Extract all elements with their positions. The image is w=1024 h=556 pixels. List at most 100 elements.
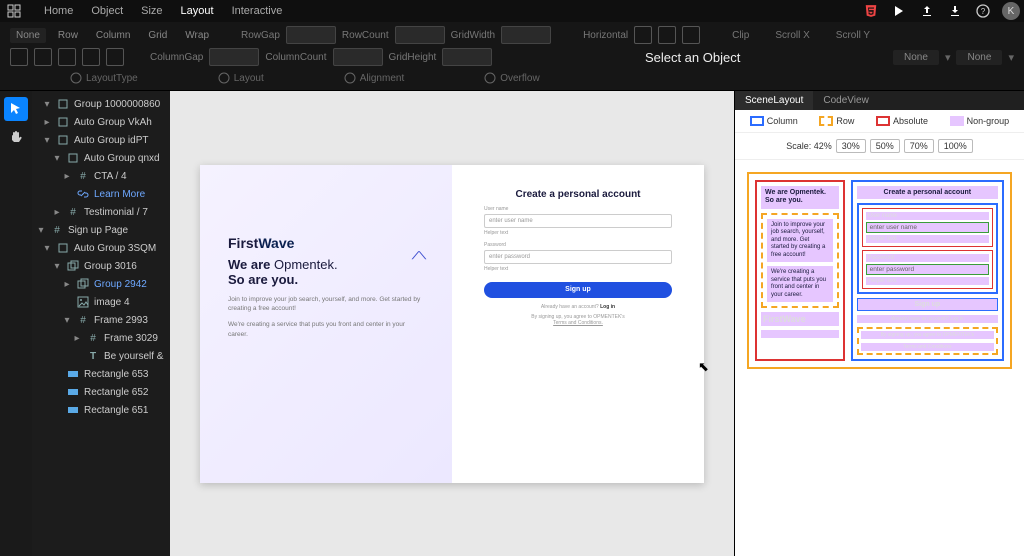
type-col-icon[interactable] — [58, 48, 76, 66]
type-row-icon[interactable] — [34, 48, 52, 66]
chevron-icon[interactable]: ▾ — [62, 315, 72, 326]
upload-icon[interactable] — [918, 2, 936, 20]
layer-type-icon — [76, 187, 90, 201]
layer-type-icon — [56, 97, 70, 111]
layout-grid[interactable]: Grid — [142, 28, 173, 43]
layout-ribbon: None Row Column Grid Wrap RowGap RowCoun… — [0, 22, 1024, 91]
pv-user-field: User name enter user name Helper text — [862, 208, 993, 247]
layer-row[interactable]: ▾Auto Group qnxd — [34, 149, 168, 167]
left-toolbar — [0, 91, 32, 556]
layer-row[interactable]: ▸#CTA / 4 — [34, 167, 168, 185]
layout-none[interactable]: None — [10, 28, 46, 43]
app-logo-icon[interactable] — [4, 1, 24, 21]
rowgap-input[interactable] — [286, 26, 336, 44]
login-link[interactable]: Log in — [600, 304, 615, 310]
layer-row[interactable]: ▾Group 3016 — [34, 257, 168, 275]
menu-home[interactable]: Home — [44, 5, 73, 17]
chevron-icon[interactable]: ▾ — [36, 225, 46, 236]
chevron-icon[interactable]: ▸ — [42, 117, 52, 128]
pv-terms1: By signing up, you agree to OPMENTEK's — [861, 331, 994, 339]
columngap-label: ColumnGap — [150, 52, 203, 63]
user-avatar[interactable]: K — [1002, 2, 1020, 20]
menu-object[interactable]: Object — [91, 5, 123, 17]
align-center-icon[interactable] — [658, 26, 676, 44]
layer-row[interactable]: ▾#Frame 2993 — [34, 311, 168, 329]
type-grid-icon[interactable] — [82, 48, 100, 66]
hand-tool[interactable] — [4, 125, 28, 149]
columncount-input[interactable] — [333, 48, 383, 66]
chevron-icon[interactable]: ▸ — [52, 207, 62, 218]
scale-70[interactable]: 70% — [904, 139, 934, 153]
scrollx-select[interactable]: None — [893, 50, 939, 65]
tab-scenelayout[interactable]: SceneLayout — [735, 91, 813, 110]
chevron-icon[interactable]: ▾ — [52, 153, 62, 164]
layer-row[interactable]: Rectangle 652 — [34, 383, 168, 401]
canvas-area[interactable]: FirstWave We are Opmentek.⟋⟍ So are you.… — [170, 91, 734, 556]
layer-label: Frame 3029 — [104, 333, 158, 344]
layer-label: Auto Group idPT — [74, 135, 148, 146]
gridheight-input[interactable] — [442, 48, 492, 66]
layer-type-icon — [66, 259, 80, 273]
select-tool[interactable] — [4, 97, 28, 121]
layer-label: Auto Group 3SQM — [74, 243, 156, 254]
menu-size[interactable]: Size — [141, 5, 162, 17]
layer-row[interactable]: ▾Group 1000000860 — [34, 95, 168, 113]
layer-row[interactable]: ▾ Auto Group 3SQM — [34, 239, 168, 257]
layer-row[interactable]: ▸Group 2942 — [34, 275, 168, 293]
download-icon[interactable] — [946, 2, 964, 20]
clip-label: Clip — [732, 30, 749, 41]
chevron-icon[interactable]: ▸ — [62, 279, 72, 290]
password-helper: Helper text — [484, 266, 508, 272]
scale-label: Scale: 42% — [786, 141, 832, 151]
scale-30[interactable]: 30% — [836, 139, 866, 153]
password-input[interactable]: enter password — [484, 250, 672, 264]
align-left-icon[interactable] — [634, 26, 652, 44]
already-text: Already have an account? Log in — [541, 304, 615, 310]
chevron-icon[interactable]: ▾ — [42, 243, 52, 254]
tab-codeview[interactable]: CodeView — [813, 91, 878, 110]
layer-label: Frame 2993 — [94, 315, 148, 326]
artboard-signup[interactable]: FirstWave We are Opmentek.⟋⟍ So are you.… — [200, 165, 704, 483]
layout-row[interactable]: Row — [52, 28, 84, 43]
gridwidth-input[interactable] — [501, 26, 551, 44]
layout-wrap[interactable]: Wrap — [179, 28, 215, 43]
layer-label: Testimonial / 7 — [84, 207, 148, 218]
layer-row[interactable]: ▾#Sign up Page — [34, 221, 168, 239]
type-card-icon[interactable] — [10, 48, 28, 66]
layer-row[interactable]: ▸Auto Group VkAh — [34, 113, 168, 131]
chevron-icon[interactable]: ▾ — [52, 261, 62, 272]
pv-terms-group: By signing up, you agree to OPMENTEK's T… — [857, 327, 998, 355]
chevron-icon[interactable]: ▸ — [72, 333, 82, 344]
layer-row[interactable]: TBe yourself & — [34, 347, 168, 365]
layout-column[interactable]: Column — [90, 28, 136, 43]
layer-type-icon: # — [50, 223, 64, 237]
cursor-icon: ⬉ — [698, 359, 709, 375]
columngap-input[interactable] — [209, 48, 259, 66]
scale-100[interactable]: 100% — [938, 139, 973, 153]
help-icon[interactable]: ? — [974, 2, 992, 20]
chevron-icon[interactable]: ▾ — [42, 99, 52, 110]
form-title: Create a personal account — [515, 189, 640, 200]
section-alignment: Alignment — [344, 72, 404, 84]
layer-row[interactable]: ▸#Frame 3029 — [34, 329, 168, 347]
menu-interactive[interactable]: Interactive — [232, 5, 283, 17]
play-icon[interactable] — [890, 2, 908, 20]
scale-50[interactable]: 50% — [870, 139, 900, 153]
layer-row[interactable]: ▾ Auto Group idPT — [34, 131, 168, 149]
signup-button[interactable]: Sign up — [484, 282, 672, 298]
layer-row[interactable]: ▸#Testimonial / 7 — [34, 203, 168, 221]
menu-layout[interactable]: Layout — [181, 5, 214, 17]
scrolly-select[interactable]: None — [956, 50, 1002, 65]
layer-row[interactable]: Learn More — [34, 185, 168, 203]
layer-row[interactable]: image 4 — [34, 293, 168, 311]
username-input[interactable]: enter user name — [484, 214, 672, 228]
chevron-icon[interactable]: ▾ — [42, 135, 52, 146]
chevron-icon[interactable]: ▸ — [62, 171, 72, 182]
align-right-icon[interactable] — [682, 26, 700, 44]
rowcount-input[interactable] — [395, 26, 445, 44]
html5-icon[interactable] — [862, 2, 880, 20]
layer-row[interactable]: Rectangle 653 — [34, 365, 168, 383]
type-wrap-icon[interactable] — [106, 48, 124, 66]
layer-row[interactable]: Rectangle 651 — [34, 401, 168, 419]
pv-para1: Join to improve your job search, yoursel… — [767, 219, 833, 263]
